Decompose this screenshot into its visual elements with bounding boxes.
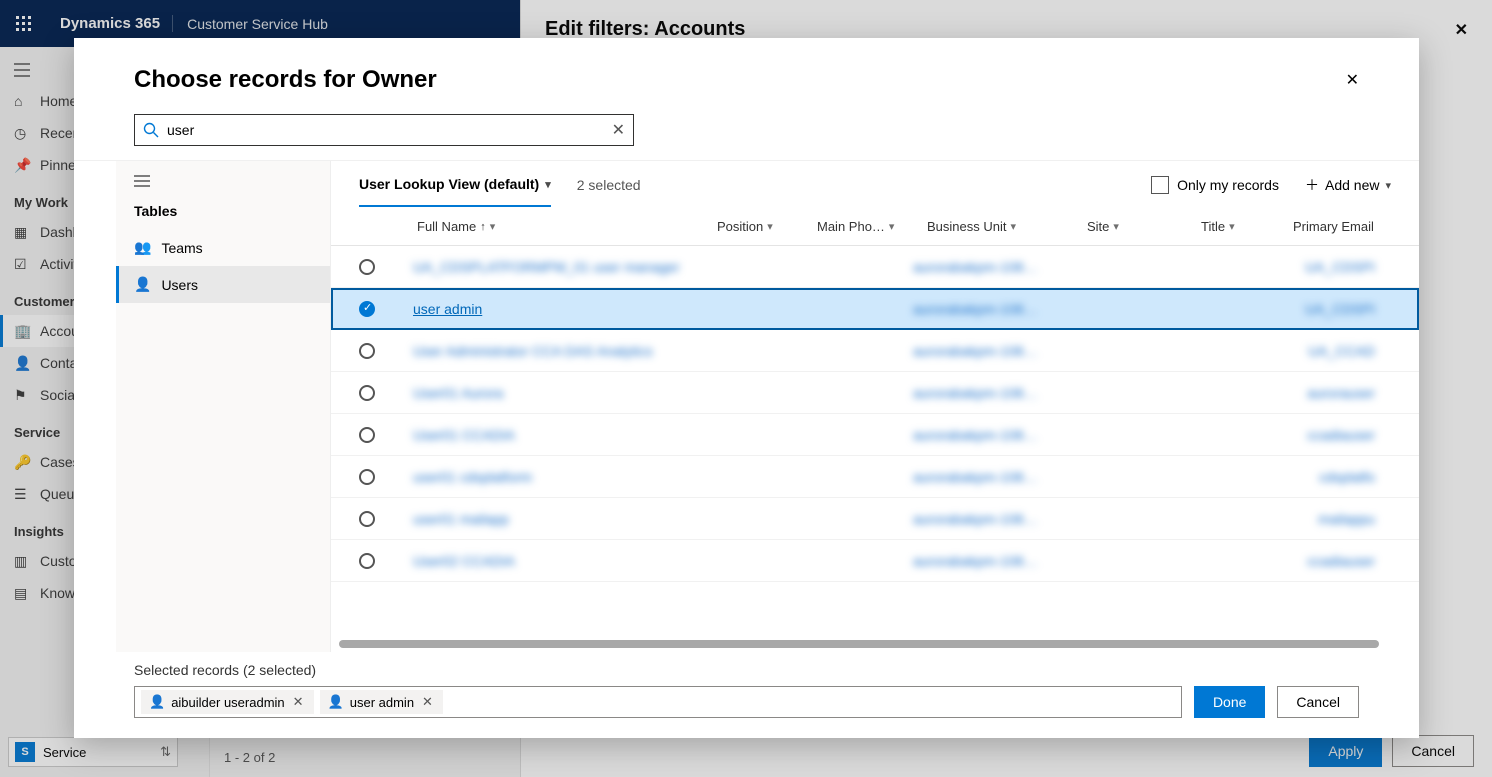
row-business-unit: aurorabakpm-108… xyxy=(913,427,1073,443)
row-fullname-link[interactable]: user01 mailapp xyxy=(403,511,703,527)
lookup-modal: Choose records for Owner ✕ ✕ Tables 👥 Te… xyxy=(74,38,1419,738)
plus-icon: ＋ xyxy=(1305,175,1319,195)
only-my-records-label: Only my records xyxy=(1177,177,1279,193)
selected-records-chips[interactable]: 👤 aibuilder useradmin ✕ 👤 user admin ✕ xyxy=(134,686,1182,718)
row-email: aurorauser xyxy=(1279,385,1375,401)
row-business-unit: aurorabakpm-108… xyxy=(913,343,1073,359)
row-select-toggle[interactable] xyxy=(359,385,375,401)
col-fullname[interactable]: Full Name↑▾ xyxy=(407,219,707,234)
tables-hamburger-icon[interactable] xyxy=(116,169,330,193)
view-picker[interactable]: User Lookup View (default) ▾ xyxy=(359,176,551,207)
chevron-down-icon: ▾ xyxy=(1010,220,1016,233)
search-input[interactable] xyxy=(167,122,604,138)
row-email: ccadiauser xyxy=(1279,553,1375,569)
col-email[interactable]: Primary Email xyxy=(1283,219,1379,234)
chip-remove-icon[interactable]: ✕ xyxy=(420,694,435,710)
row-fullname-link[interactable]: UA_CDSPLATFORMPM_01 user manager xyxy=(403,259,703,275)
row-email: cdsplatfo xyxy=(1279,469,1375,485)
row-email: UA_CDSPI xyxy=(1279,259,1375,275)
view-name: User Lookup View (default) xyxy=(359,176,539,192)
chevron-down-icon: ▾ xyxy=(1229,220,1235,233)
chevron-down-icon: ▾ xyxy=(1385,179,1391,192)
selected-records-label: Selected records (2 selected) xyxy=(134,662,1359,678)
add-new-label: Add new xyxy=(1325,177,1379,193)
row-select-toggle[interactable] xyxy=(359,427,375,443)
selection-count: 2 selected xyxy=(577,177,641,206)
table-row[interactable]: User02 CCADIA aurorabakpm-108… ccadiauser xyxy=(331,540,1419,582)
search-clear-icon[interactable]: ✕ xyxy=(612,120,625,140)
col-site[interactable]: Site▾ xyxy=(1077,219,1191,234)
table-row[interactable]: user admin aurorabakpm-108… UA_CDSPI xyxy=(331,288,1419,330)
tables-heading: Tables xyxy=(116,193,330,229)
row-fullname-link[interactable]: User02 CCADIA xyxy=(403,553,703,569)
row-email: UA_CCAD xyxy=(1279,343,1375,359)
row-select-toggle[interactable] xyxy=(359,259,375,275)
table-item-users[interactable]: 👤 Users xyxy=(116,266,330,303)
row-business-unit: aurorabakpm-108… xyxy=(913,259,1073,275)
modal-title: Choose records for Owner xyxy=(134,66,437,94)
table-item-teams[interactable]: 👥 Teams xyxy=(116,229,330,266)
table-row[interactable]: user01 cdsplatform aurorabakpm-108… cdspla… xyxy=(331,456,1419,498)
selected-record-chip: 👤 user admin ✕ xyxy=(320,690,443,714)
grid-header: Full Name↑▾ Position▾ Main Pho…▾ Busines… xyxy=(331,208,1419,246)
search-box[interactable]: ✕ xyxy=(134,114,634,146)
row-email: mailappu xyxy=(1279,511,1375,527)
col-phone[interactable]: Main Pho…▾ xyxy=(807,219,917,234)
search-icon xyxy=(143,122,159,138)
row-select-toggle[interactable] xyxy=(359,469,375,485)
chip-label: user admin xyxy=(350,695,414,710)
lookup-grid: User Lookup View (default) ▾ 2 selected … xyxy=(331,161,1419,652)
only-my-records-checkbox[interactable]: Only my records xyxy=(1151,176,1279,207)
chip-remove-icon[interactable]: ✕ xyxy=(291,694,306,710)
chevron-down-icon: ▾ xyxy=(889,220,895,233)
row-select-toggle[interactable] xyxy=(359,553,375,569)
row-fullname-link[interactable]: user admin xyxy=(403,301,703,317)
row-fullname-link[interactable]: User01 Aurora xyxy=(403,385,703,401)
row-email: UA_CDSPI xyxy=(1279,301,1375,317)
add-new-button[interactable]: ＋ Add new ▾ xyxy=(1305,175,1391,208)
row-business-unit: aurorabakpm-108… xyxy=(913,385,1073,401)
checkbox-icon xyxy=(1151,176,1169,194)
row-business-unit: aurorabakpm-108… xyxy=(913,469,1073,485)
row-select-toggle[interactable] xyxy=(359,343,375,359)
chip-label: aibuilder useradmin xyxy=(171,695,284,710)
person-icon: 👤 xyxy=(149,694,165,710)
table-row[interactable]: User01 CCADIA aurorabakpm-108… ccadiauser xyxy=(331,414,1419,456)
table-row[interactable]: user01 mailapp aurorabakpm-108… mailappu xyxy=(331,498,1419,540)
user-icon: 👤 xyxy=(134,276,151,293)
teams-icon: 👥 xyxy=(134,239,151,256)
chevron-down-icon: ▾ xyxy=(1113,220,1119,233)
col-business-unit[interactable]: Business Unit▾ xyxy=(917,219,1077,234)
row-business-unit: aurorabakpm-108… xyxy=(913,301,1073,317)
sort-asc-icon: ↑ xyxy=(480,221,486,233)
chevron-down-icon: ▾ xyxy=(545,178,551,191)
row-fullname-link[interactable]: User01 CCADIA xyxy=(403,427,703,443)
row-business-unit: aurorabakpm-108… xyxy=(913,511,1073,527)
horizontal-scrollbar[interactable] xyxy=(339,640,1379,648)
row-select-toggle[interactable] xyxy=(359,301,375,317)
person-icon: 👤 xyxy=(328,694,344,710)
chevron-down-icon: ▾ xyxy=(767,220,773,233)
table-item-label: Teams xyxy=(161,240,202,256)
done-button[interactable]: Done xyxy=(1194,686,1265,718)
col-position[interactable]: Position▾ xyxy=(707,219,807,234)
row-select-toggle[interactable] xyxy=(359,511,375,527)
tables-side: Tables 👥 Teams 👤 Users xyxy=(116,161,331,652)
table-item-label: Users xyxy=(161,277,198,293)
row-email: ccadiauser xyxy=(1279,427,1375,443)
cancel-button[interactable]: Cancel xyxy=(1277,686,1359,718)
modal-close-icon[interactable]: ✕ xyxy=(1346,70,1359,90)
row-business-unit: aurorabakpm-108… xyxy=(913,553,1073,569)
selected-record-chip: 👤 aibuilder useradmin ✕ xyxy=(141,690,314,714)
col-title[interactable]: Title▾ xyxy=(1191,219,1283,234)
chevron-down-icon: ▾ xyxy=(490,220,496,233)
table-row[interactable]: User Administrator CCA DAS Analytics auro… xyxy=(331,330,1419,372)
table-row[interactable]: User01 Aurora aurorabakpm-108… aurorauser xyxy=(331,372,1419,414)
row-fullname-link[interactable]: User Administrator CCA DAS Analytics xyxy=(403,343,703,359)
table-row[interactable]: UA_CDSPLATFORMPM_01 user manager auroraba… xyxy=(331,246,1419,288)
row-fullname-link[interactable]: user01 cdsplatform xyxy=(403,469,703,485)
